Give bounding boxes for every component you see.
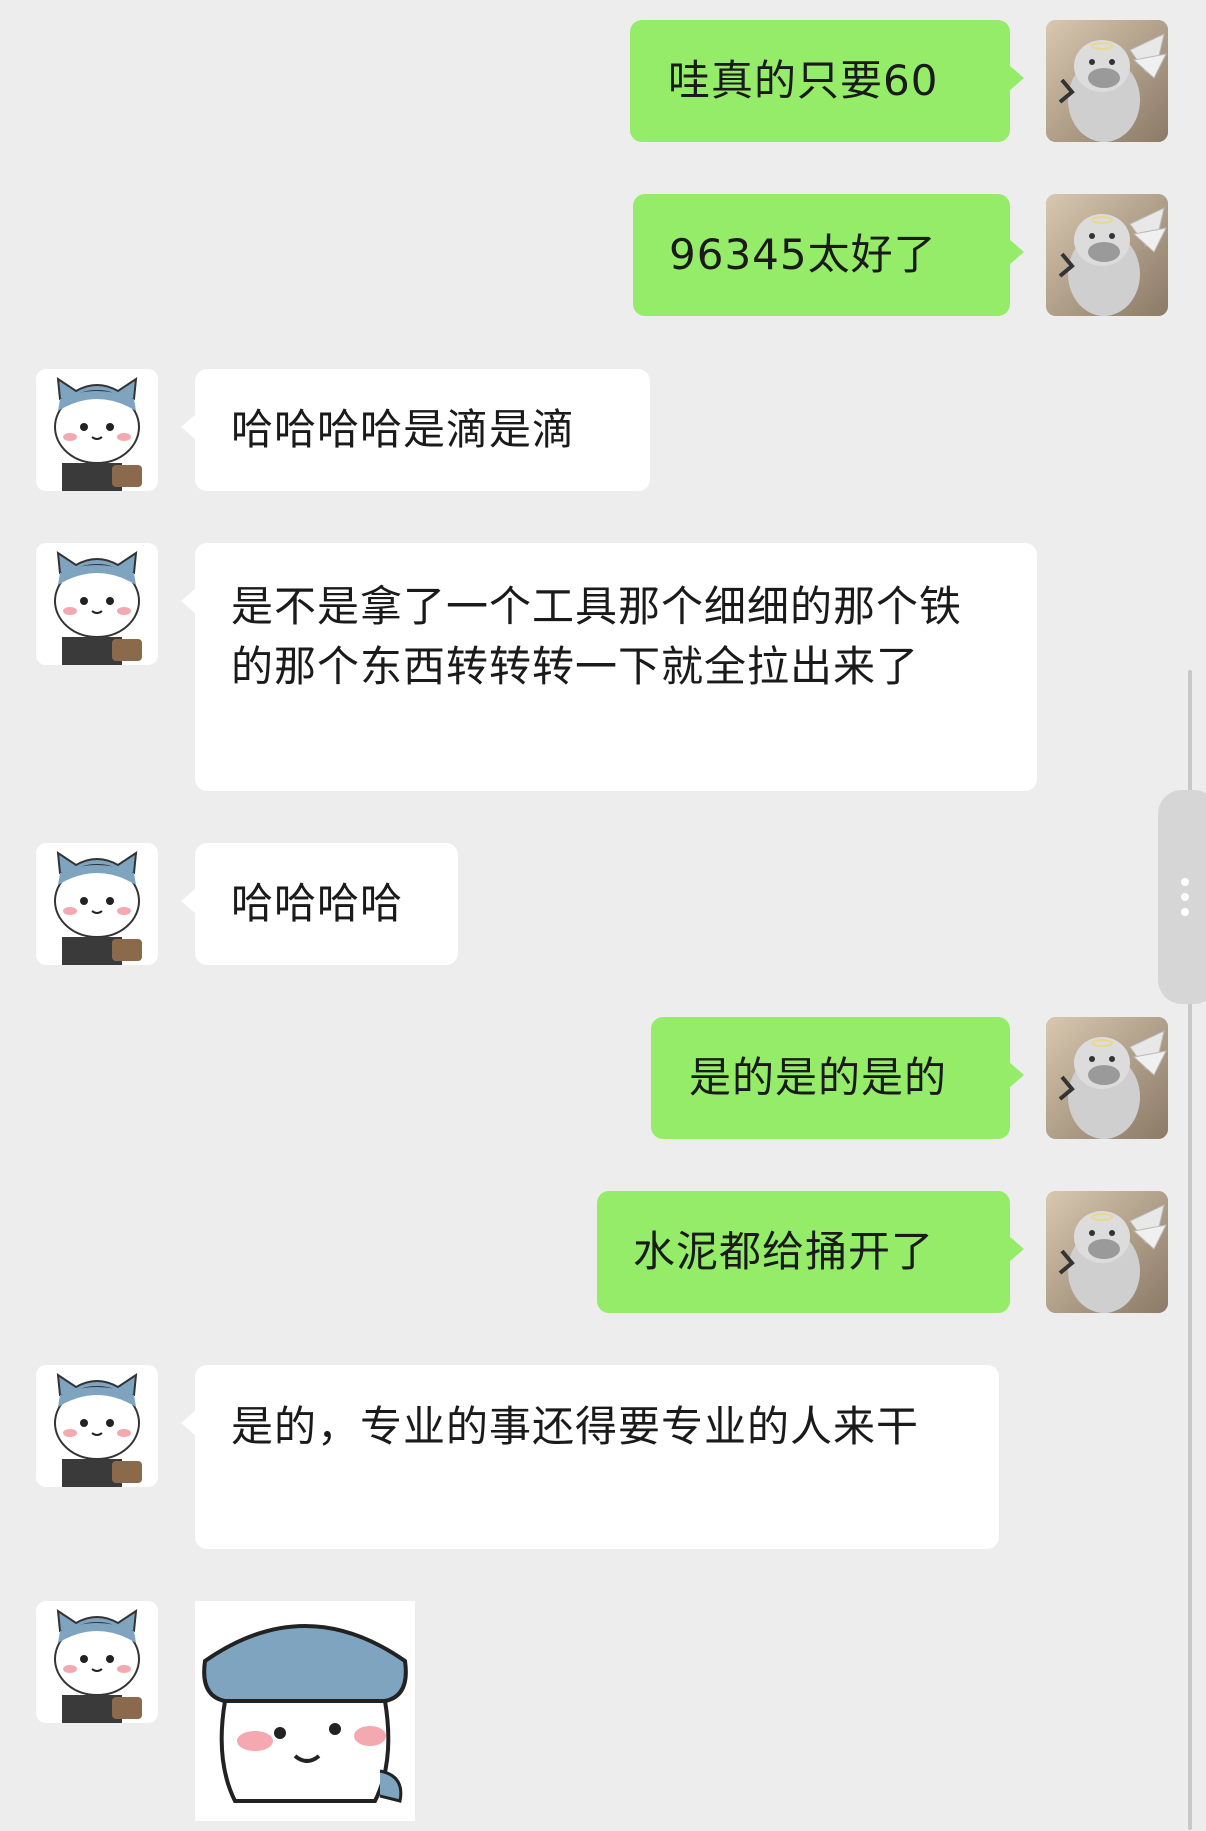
message-bubble-theirs[interactable]: 是不是拿了一个工具那个细细的那个铁的那个东西转转转一下就全拉出来了 [181,543,1037,791]
cat-avatar-icon[interactable] [36,843,158,965]
cat-avatar-icon[interactable] [36,1365,158,1487]
bubble-tail [181,588,196,614]
cat-avatar-icon[interactable] [36,543,158,665]
cat-character-sticker[interactable] [195,1601,415,1821]
message-bubble-mine[interactable]: 96345太好了 [633,194,1024,316]
handle-dot-icon [1181,878,1189,886]
handle-dot-icon [1181,908,1189,916]
message-text: 是的，专业的事还得要专业的人来干 [231,1402,920,1451]
cat-avatar-icon[interactable] [36,1601,158,1723]
message-bubble-theirs[interactable]: 哈哈哈哈是滴是滴 [181,369,650,491]
handle-dot-icon [1181,893,1189,901]
message-bubble-theirs[interactable]: 是的，专业的事还得要专业的人来干 [181,1365,999,1549]
message-text: 水泥都给捅开了 [633,1227,935,1276]
message-bubble-mine[interactable]: 水泥都给捅开了 [597,1191,1024,1313]
message-text: 哇真的只要60 [668,56,939,105]
seal-avatar-icon[interactable] [1046,1017,1168,1139]
seal-avatar-icon[interactable] [1046,194,1168,316]
bubble-tail [1009,239,1024,265]
message-text: 是不是拿了一个工具那个细细的那个铁的那个东西转转转一下就全拉出来了 [231,582,963,691]
scrollbar-handle[interactable] [1158,790,1206,1004]
bubble-tail [181,1410,196,1436]
message-text: 哈哈哈哈 [231,879,404,928]
message-bubble-mine[interactable]: 是的是的是的 [651,1017,1024,1139]
message-bubble-mine[interactable]: 哇真的只要60 [630,20,1024,142]
bubble-tail [1009,1062,1024,1088]
bubble-tail [1009,65,1024,91]
message-bubble-theirs[interactable]: 哈哈哈哈 [181,843,458,965]
message-text: 是的是的是的 [689,1053,948,1102]
message-text: 96345太好了 [669,230,937,279]
cat-avatar-icon[interactable] [36,369,158,491]
bubble-tail [181,414,196,440]
seal-avatar-icon[interactable] [1046,1191,1168,1313]
bubble-tail [181,888,196,914]
seal-avatar-icon[interactable] [1046,20,1168,142]
bubble-tail [1009,1236,1024,1262]
message-text: 哈哈哈哈是滴是滴 [231,405,576,454]
